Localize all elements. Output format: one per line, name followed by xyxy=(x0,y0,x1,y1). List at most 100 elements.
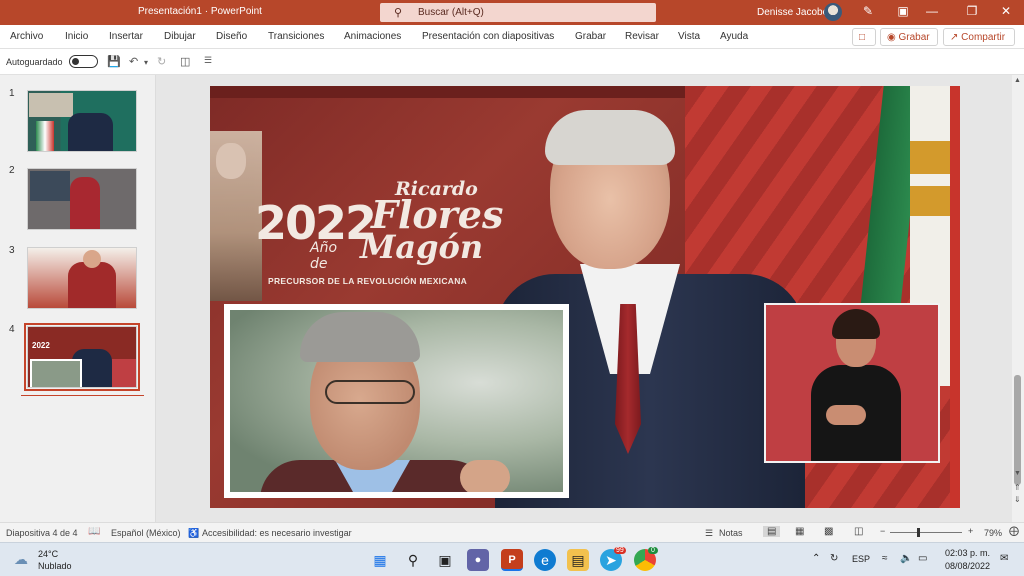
ribbon-display-icon[interactable]: ▣ xyxy=(893,4,913,18)
scroll-down-icon[interactable]: ▼ xyxy=(1014,470,1021,477)
volume-icon[interactable]: 🔈 xyxy=(900,553,912,564)
current-slide[interactable]: 2022 Ricardo Flores Año de Magón PRECURS… xyxy=(210,86,960,508)
flag-fringe xyxy=(910,141,955,174)
flag-fringe xyxy=(910,186,955,216)
slide-counter: Diapositiva 4 de 4 xyxy=(6,528,78,538)
tab-presentacion[interactable]: Presentación con diapositivas xyxy=(422,31,554,42)
notifications-icon[interactable]: ✉ xyxy=(1000,553,1008,564)
restore-icon[interactable]: ❐ xyxy=(962,4,982,18)
zoom-in-icon[interactable]: + xyxy=(968,526,973,536)
record-button[interactable]: ◉ Grabar xyxy=(880,28,938,46)
slideshow-icon[interactable]: ◫ xyxy=(854,526,863,537)
thumb-inset xyxy=(30,171,70,201)
next-slide-icon[interactable]: ⇓ xyxy=(1014,495,1021,504)
fit-slide-icon[interactable]: ⨁ xyxy=(1009,526,1019,537)
tab-diseno[interactable]: Diseño xyxy=(216,31,247,42)
save-icon[interactable]: 💾 xyxy=(107,55,121,68)
book-icon[interactable]: 📖 xyxy=(88,526,100,537)
notes-button[interactable]: Notas xyxy=(719,528,743,538)
pen-icon[interactable]: ✎ xyxy=(858,4,878,18)
comments-icon[interactable]: □ xyxy=(852,28,876,46)
tab-insertar[interactable]: Insertar xyxy=(109,31,143,42)
input-language[interactable]: ESP xyxy=(852,554,870,564)
tab-transiciones[interactable]: Transiciones xyxy=(268,31,324,42)
scrollbar-thumb[interactable] xyxy=(1014,375,1021,485)
normal-view-icon[interactable]: ▤ xyxy=(763,526,781,537)
accessibility-icon[interactable]: ♿ xyxy=(188,528,199,539)
quick-access-toolbar: Autoguardado 💾 ↶ ▾ ↻ ◫ ☰ xyxy=(0,49,1024,75)
minimize-icon[interactable]: — xyxy=(922,4,942,18)
zoom-out-icon[interactable]: − xyxy=(880,526,885,536)
tab-archivo[interactable]: Archivo xyxy=(10,31,43,42)
thumb-person xyxy=(70,177,100,229)
tab-dibujar[interactable]: Dibujar xyxy=(164,31,196,42)
onedrive-sync-icon[interactable]: ↻ xyxy=(830,553,838,564)
tab-vista[interactable]: Vista xyxy=(678,31,700,42)
inset-photo-man[interactable] xyxy=(224,304,569,498)
zoom-level[interactable]: 79% xyxy=(984,528,1002,538)
logo-subtitle: PRECURSOR DE LA REVOLUCIÓN MEXICANA xyxy=(268,276,468,286)
thumb-number: 2 xyxy=(9,165,15,176)
inset-glasses xyxy=(325,380,415,404)
wifi-icon[interactable]: ≈ xyxy=(882,553,888,564)
tab-inicio[interactable]: Inicio xyxy=(65,31,88,42)
undo-dropdown-icon[interactable]: ▾ xyxy=(144,58,148,67)
record-icon: ◉ xyxy=(887,32,896,43)
autosave-toggle[interactable] xyxy=(69,55,98,68)
user-name[interactable]: Denisse Jacobo xyxy=(757,7,828,18)
ribbon-tabs: Archivo Inicio Insertar Dibujar Diseño T… xyxy=(0,25,1024,49)
edge-icon[interactable]: e xyxy=(534,549,556,571)
powerpoint-icon[interactable]: P xyxy=(501,549,523,571)
chrome-badge: 0 xyxy=(648,547,658,554)
accessibility-status[interactable]: Accesibilidad: es necesario investigar xyxy=(202,528,352,538)
file-explorer-icon[interactable]: ▤ xyxy=(567,549,589,571)
task-view-icon[interactable]: ▣ xyxy=(434,549,456,571)
flag-red-band xyxy=(950,86,960,508)
tab-revisar[interactable]: Revisar xyxy=(625,31,659,42)
scroll-up-icon[interactable]: ▲ xyxy=(1014,77,1021,84)
search-icon[interactable]: ⚲ xyxy=(402,549,424,571)
prev-slide-icon[interactable]: ⇑ xyxy=(1014,483,1021,492)
slide-thumbnail-4[interactable]: 2022 xyxy=(24,323,140,391)
window-title: Presentación1 · PowerPoint xyxy=(138,6,262,17)
notes-icon[interactable]: ☰ xyxy=(705,528,713,539)
status-bar: Diapositiva 4 de 4 📖 Español (México) ♿ … xyxy=(0,522,1024,542)
slide-thumbnail-2[interactable] xyxy=(27,168,137,230)
thumb-number: 1 xyxy=(9,88,15,99)
slide-thumbnail-1[interactable] xyxy=(27,90,137,152)
tab-ayuda[interactable]: Ayuda xyxy=(720,31,748,42)
present-icon[interactable]: ◫ xyxy=(180,55,190,68)
zoom-slider-knob[interactable] xyxy=(917,528,920,537)
vertical-scrollbar[interactable]: ▲ ▼ ⇑ ⇓ xyxy=(1012,75,1024,522)
autosave-label: Autoguardado xyxy=(6,57,63,67)
redo-icon[interactable]: ↻ xyxy=(157,55,166,68)
clock[interactable]: 02:03 p. m. 08/08/2022 xyxy=(944,547,990,573)
windows-taskbar: ☁ 24°C Nublado ▦ ⚲ ▣ ● P e ▤ ➤ 99 0 ⌃ ↻ … xyxy=(0,542,1024,576)
undo-icon[interactable]: ↶ xyxy=(129,55,138,68)
inset-photo-image xyxy=(230,310,563,492)
windows-start-icon[interactable]: ▦ xyxy=(369,549,391,571)
search-box[interactable]: ⚲ Buscar (Alt+Q) xyxy=(380,3,656,22)
customize-qat-icon[interactable]: ☰ xyxy=(204,55,212,66)
zoom-slider[interactable] xyxy=(890,532,962,533)
search-icon: ⚲ xyxy=(394,7,403,19)
thumb-number: 3 xyxy=(9,245,15,256)
slide-sorter-icon[interactable]: ▦ xyxy=(795,526,804,537)
tab-grabar[interactable]: Grabar xyxy=(575,31,606,42)
slide-thumbnail-3[interactable] xyxy=(27,247,137,309)
close-icon[interactable]: ✕ xyxy=(996,4,1016,18)
teams-icon[interactable]: ● xyxy=(467,549,489,571)
thumb-flag xyxy=(36,121,54,151)
thumb-inset xyxy=(29,93,73,117)
selection-marker xyxy=(21,395,144,396)
tray-overflow-icon[interactable]: ⌃ xyxy=(812,553,820,564)
sign-language-interpreter[interactable] xyxy=(764,303,940,463)
avatar[interactable] xyxy=(824,3,842,21)
tab-animaciones[interactable]: Animaciones xyxy=(344,31,401,42)
share-button[interactable]: ↗ Compartir xyxy=(943,28,1015,46)
thumb-inset xyxy=(30,359,82,387)
record-label: Grabar xyxy=(898,32,930,43)
reading-view-icon[interactable]: ▩ xyxy=(824,526,833,537)
language-status[interactable]: Español (México) xyxy=(111,528,181,538)
battery-icon[interactable]: ▭ xyxy=(918,553,927,564)
